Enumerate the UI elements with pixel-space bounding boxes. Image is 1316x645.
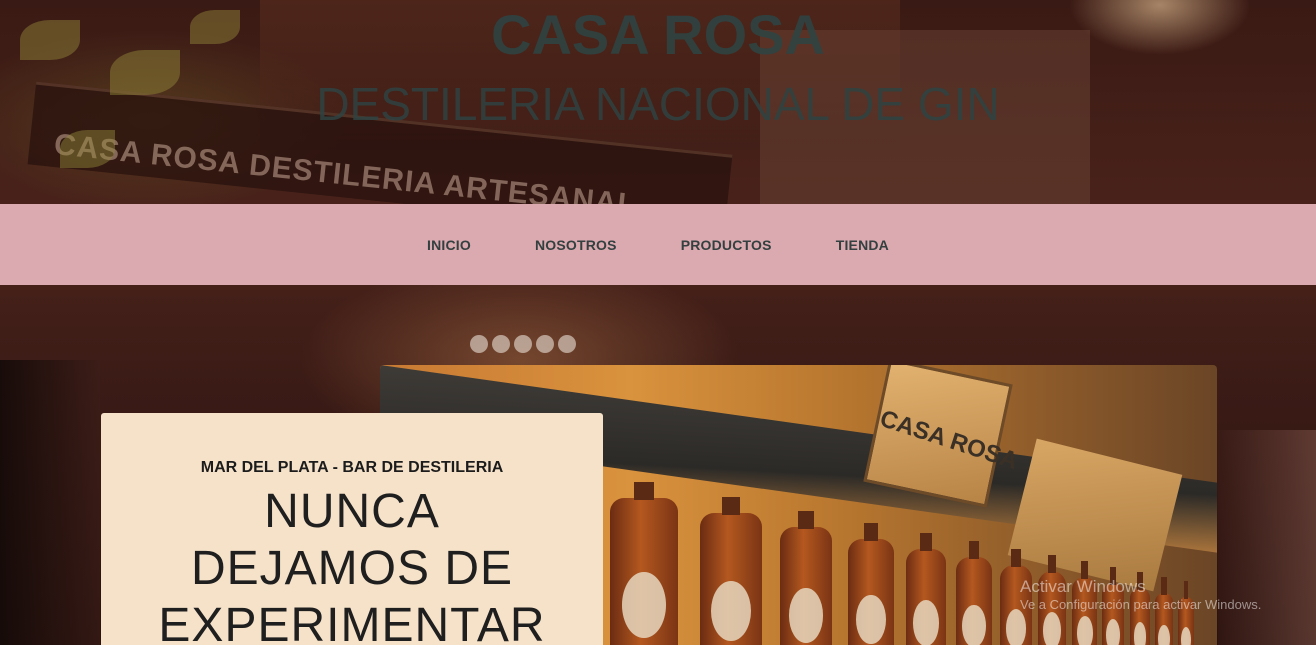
watermark-subtitle: Ve a Configuración para activar Windows. — [1020, 597, 1262, 613]
bottle — [956, 541, 992, 645]
background-lanterns — [470, 335, 590, 361]
background-people-left — [0, 360, 100, 645]
hero-heading: NUNCA DEJAMOS DE EXPERIMENTAR — [158, 485, 546, 645]
nav-item-tienda[interactable]: TIENDA — [804, 237, 921, 253]
bottle — [780, 511, 832, 645]
site-subtitle: DESTILERIA NACIONAL DE GIN — [316, 78, 1000, 130]
bottle — [700, 497, 762, 645]
site-header: CASA ROSA DESTILERIA NACIONAL DE GIN — [0, 0, 1316, 204]
site-title[interactable]: CASA ROSA — [0, 2, 1316, 68]
watermark-title: Activar Windows — [1020, 577, 1146, 596]
bottle — [906, 533, 946, 645]
bottle-row — [590, 473, 1210, 645]
hero-kicker: MAR DEL PLATA - BAR DE DESTILERIA — [200, 459, 504, 476]
bottle — [848, 523, 894, 645]
windows-activation-watermark: Activar Windows Ve a Configuración para … — [1020, 577, 1261, 613]
hero-card: MAR DEL PLATA - BAR DE DESTILERIA NUNCA … — [101, 413, 603, 645]
main-navigation: INICIO NOSOTROS PRODUCTOS TIENDA — [0, 204, 1316, 285]
nav-item-nosotros[interactable]: NOSOTROS — [503, 237, 649, 253]
nav-item-inicio[interactable]: INICIO — [395, 237, 503, 253]
bottle — [610, 482, 678, 645]
page-background: CASA ROSA DESTILERIA ARTESANAL CASA ROSA… — [0, 0, 1316, 645]
nav-item-productos[interactable]: PRODUCTOS — [649, 237, 804, 253]
